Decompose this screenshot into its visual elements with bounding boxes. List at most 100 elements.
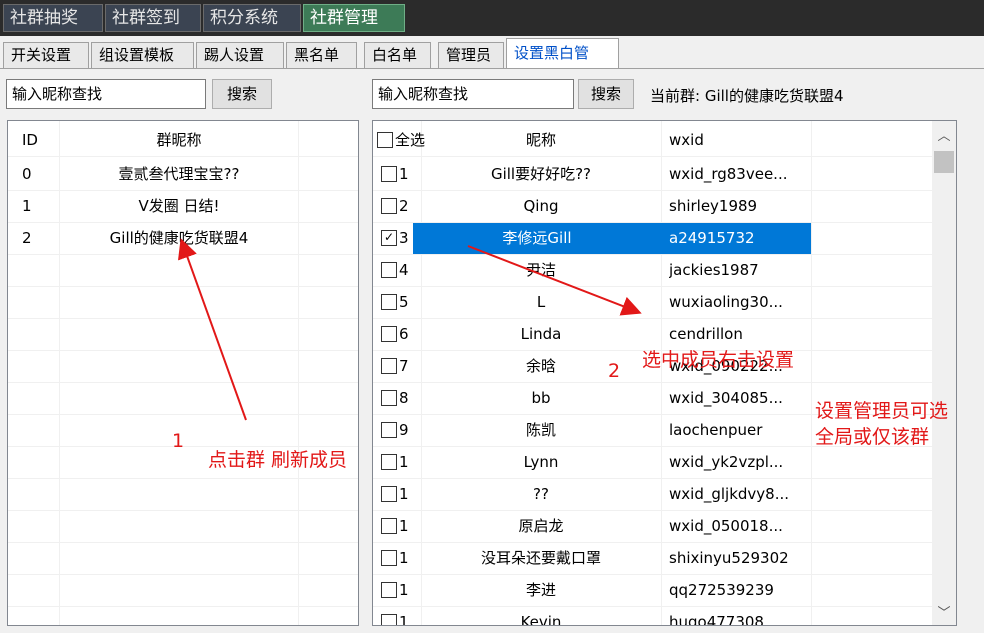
- tab-points[interactable]: 积分系统: [203, 4, 301, 32]
- tab-checkin[interactable]: 社群签到: [105, 4, 201, 32]
- member-row[interactable]: 5 L wuxiaoling30...: [373, 287, 956, 319]
- member-wxid: wxid_yk2vzpl...: [669, 453, 784, 471]
- member-nick: Qing: [523, 197, 559, 215]
- member-checkbox[interactable]: [381, 549, 397, 566]
- tab-group-manage[interactable]: 社群管理: [303, 4, 405, 32]
- group-row[interactable]: 1 V发圈 日结!: [8, 191, 358, 223]
- member-wxid: wxid_304085...: [669, 389, 783, 407]
- chevron-down-icon[interactable]: ﹀: [932, 602, 956, 621]
- member-index: 6: [399, 325, 409, 343]
- empty-row: [8, 255, 358, 287]
- member-index: 1: [399, 485, 409, 503]
- chevron-up-icon[interactable]: ︿: [932, 125, 956, 144]
- member-checkbox[interactable]: [381, 261, 397, 278]
- member-checkbox[interactable]: [381, 453, 397, 470]
- empty-row: [8, 319, 358, 351]
- group-search-input[interactable]: 输入昵称查找: [6, 79, 206, 109]
- member-checkbox[interactable]: [381, 581, 397, 598]
- member-nick: Kevin: [520, 613, 562, 626]
- group-id: 0: [22, 165, 32, 183]
- empty-row: [8, 383, 358, 415]
- group-list-header: ID 群昵称: [8, 125, 358, 157]
- empty-row: [8, 575, 358, 607]
- checkmark-icon[interactable]: ✓: [381, 229, 397, 246]
- member-checkbox[interactable]: [381, 357, 397, 374]
- member-row-selected[interactable]: ✓ 3 李修远Gill a24915732: [373, 223, 956, 255]
- col-wxid-header[interactable]: wxid: [669, 125, 809, 156]
- member-checkbox[interactable]: [381, 485, 397, 502]
- main-tab-bar: 社群抽奖 社群签到 积分系统 社群管理: [0, 0, 984, 36]
- member-index: 1: [399, 581, 409, 599]
- member-nick: Lynn: [523, 453, 559, 471]
- member-nick: 余晗: [525, 357, 556, 375]
- member-checkbox[interactable]: [381, 421, 397, 438]
- member-checkbox[interactable]: [381, 197, 397, 214]
- group-id: 2: [22, 229, 32, 247]
- member-row[interactable]: 1 Gill要好好吃?? wxid_rg83vee...: [373, 159, 956, 191]
- member-row[interactable]: 1 Kevin hugo477308: [373, 607, 956, 626]
- member-list-header: 全选 昵称 wxid: [373, 125, 956, 157]
- subtab-whitelist[interactable]: 白名单: [364, 42, 431, 68]
- member-nick: bb: [531, 389, 551, 407]
- group-list[interactable]: ID 群昵称 0 壹贰叁代理宝宝?? 1 V发圈 日结! 2 Gill的健康吃货…: [7, 120, 359, 626]
- member-row[interactable]: 1 Lynn wxid_yk2vzpl...: [373, 447, 956, 479]
- member-nick: 李修远Gill: [413, 223, 661, 254]
- member-wxid: qq272539239: [669, 581, 774, 599]
- member-wxid: wxid_050018...: [669, 517, 783, 535]
- member-checkbox[interactable]: [381, 613, 397, 625]
- member-nick: Gill要好好吃??: [490, 165, 592, 183]
- member-nick: 没耳朵还要戴口罩: [480, 549, 601, 567]
- member-search-button[interactable]: 搜索: [578, 79, 634, 109]
- member-wxid: wxid_gljkdvy8...: [669, 485, 789, 503]
- group-row[interactable]: 2 Gill的健康吃货联盟4: [8, 223, 358, 255]
- member-wxid: laochenpuer: [669, 421, 763, 439]
- annotation-admin-scope-1: 设置管理员可选: [815, 400, 949, 422]
- annotation-admin-scope-2: 全局或仅该群: [815, 426, 930, 448]
- member-row[interactable]: 1 原启龙 wxid_050018...: [373, 511, 956, 543]
- member-checkbox[interactable]: [381, 165, 397, 182]
- subtab-group-template[interactable]: 组设置模板: [91, 42, 194, 68]
- annotation-number-1: 1: [172, 430, 185, 452]
- member-index: 7: [399, 357, 409, 375]
- subtab-blacklist[interactable]: 黑名单: [286, 42, 357, 68]
- group-name: V发圈 日结!: [138, 197, 220, 215]
- member-wxid: jackies1987: [669, 261, 759, 279]
- member-wxid: a24915732: [661, 223, 811, 254]
- col-group-name-header[interactable]: 群昵称: [60, 125, 298, 156]
- subtab-admins[interactable]: 管理员: [438, 42, 504, 68]
- member-row[interactable]: 1 李进 qq272539239: [373, 575, 956, 607]
- group-row[interactable]: 0 壹贰叁代理宝宝??: [8, 159, 358, 191]
- member-index: 8: [399, 389, 409, 407]
- member-row[interactable]: 1 ?? wxid_gljkdvy8...: [373, 479, 956, 511]
- col-id-header[interactable]: ID: [22, 125, 58, 156]
- member-index: 5: [399, 293, 409, 311]
- member-checkbox[interactable]: [381, 389, 397, 406]
- empty-row: [8, 479, 358, 511]
- member-wxid: shirley1989: [669, 197, 758, 215]
- subtab-kick-settings[interactable]: 踢人设置: [196, 42, 284, 68]
- member-list[interactable]: 全选 昵称 wxid 1 Gill要好好吃?? wxid_rg83vee... …: [372, 120, 957, 626]
- subtab-set-black-white-admin[interactable]: 设置黑白管: [506, 38, 619, 69]
- tab-lottery[interactable]: 社群抽奖: [3, 4, 103, 32]
- member-index: 1: [399, 165, 409, 183]
- member-row[interactable]: 4 尹洁 jackies1987: [373, 255, 956, 287]
- empty-row: [8, 351, 358, 383]
- empty-row: [8, 287, 358, 319]
- member-list-scrollbar[interactable]: ︿ ﹀: [932, 121, 956, 625]
- member-checkbox[interactable]: [381, 293, 397, 310]
- subtab-switch-settings[interactable]: 开关设置: [3, 42, 89, 68]
- col-nick-header[interactable]: 昵称: [421, 125, 661, 156]
- member-row[interactable]: 1 没耳朵还要戴口罩 shixinyu529302: [373, 543, 956, 575]
- member-nick: 尹洁: [525, 261, 556, 279]
- annotation-right-click: 选中成员右击设置: [642, 349, 795, 371]
- member-wxid: wuxiaoling30...: [669, 293, 783, 311]
- checkbox[interactable]: [377, 131, 393, 148]
- group-name: 壹贰叁代理宝宝??: [118, 165, 240, 183]
- member-checkbox[interactable]: [381, 325, 397, 342]
- member-search-input[interactable]: 输入昵称查找: [372, 79, 574, 109]
- annotation-click-group: 点击群 刷新成员: [208, 449, 348, 471]
- scroll-thumb[interactable]: [934, 151, 954, 173]
- member-row[interactable]: 2 Qing shirley1989: [373, 191, 956, 223]
- group-search-button[interactable]: 搜索: [212, 79, 272, 109]
- member-checkbox[interactable]: [381, 517, 397, 534]
